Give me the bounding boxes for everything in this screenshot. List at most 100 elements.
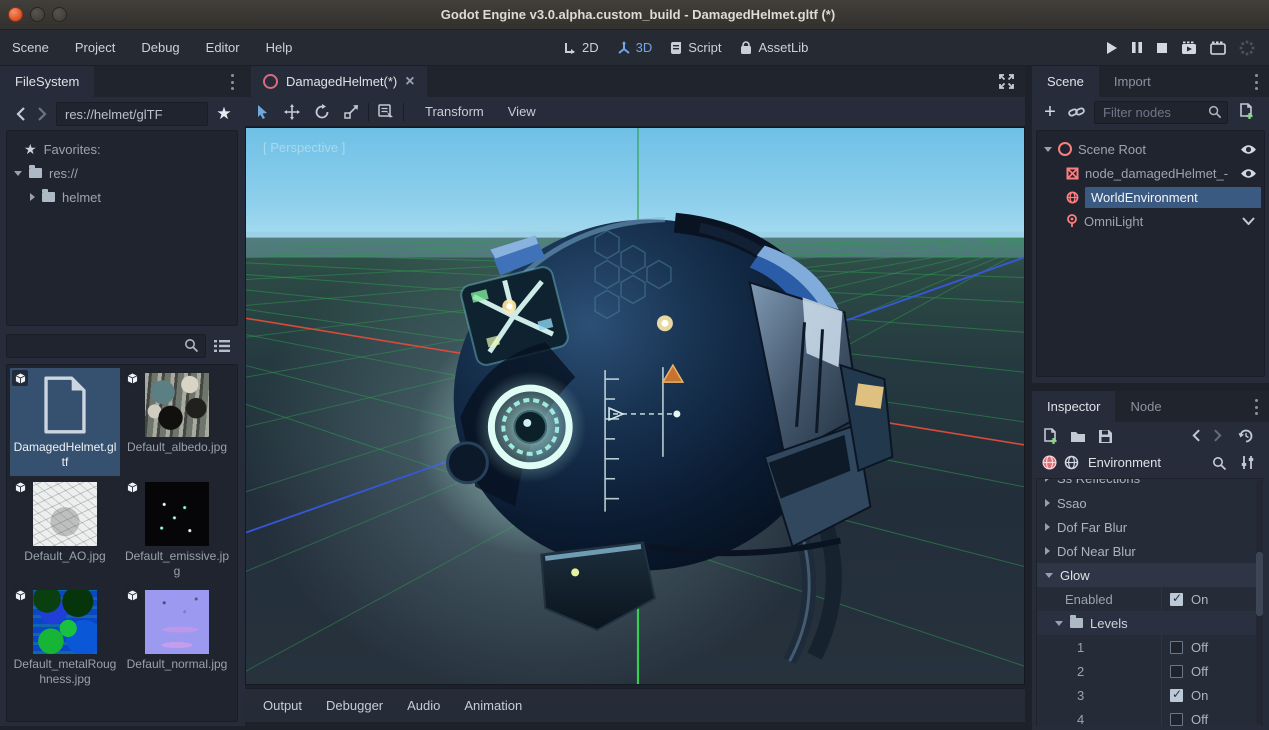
bottom-tab-audio[interactable]: Audio [395, 698, 452, 713]
chevron-down-icon[interactable] [14, 171, 22, 176]
chevron-right-icon[interactable] [30, 193, 35, 201]
window-controls [8, 7, 67, 22]
inspector-scrollbar[interactable] [1256, 480, 1263, 724]
file-list-toggle-button[interactable] [212, 336, 232, 356]
tab-scene[interactable]: Scene [1032, 66, 1099, 97]
dock-menu-icon[interactable] [1249, 74, 1263, 90]
level-4-checkbox[interactable] [1170, 713, 1183, 726]
mode-2d-button[interactable]: 2D [563, 40, 599, 55]
play-custom-scene-button[interactable] [1210, 41, 1226, 55]
history-back-button[interactable] [10, 104, 30, 124]
select-tool-icon[interactable] [255, 104, 270, 120]
node-row-damagedhelmet[interactable]: node_damagedHelmet_- [1038, 161, 1263, 185]
inspector-tools-icon[interactable] [1240, 455, 1255, 470]
glow-enabled-checkbox[interactable] [1170, 593, 1183, 606]
instance-scene-icon[interactable] [1068, 104, 1085, 120]
save-resource-icon[interactable] [1098, 429, 1113, 444]
path-input[interactable] [56, 102, 208, 126]
window-titlebar: Godot Engine v3.0.alpha.custom_build - D… [0, 0, 1269, 30]
tab-damagedhelmet-scene[interactable]: DamagedHelmet(*) × [251, 66, 427, 97]
perspective-menu[interactable]: [ Perspective ] [263, 140, 345, 155]
play-scene-button[interactable] [1181, 41, 1197, 55]
menu-help[interactable]: Help [266, 40, 293, 55]
tab-filesystem[interactable]: FileSystem [0, 66, 94, 97]
folder-icon [1070, 618, 1083, 628]
mode-3d-button[interactable]: 3D [617, 40, 653, 55]
close-icon[interactable]: × [405, 73, 414, 91]
section-dof-far-blur[interactable]: Dof Far Blur [1037, 515, 1254, 539]
expand-viewport-icon[interactable] [998, 73, 1015, 90]
bottom-tab-output[interactable]: Output [251, 698, 314, 713]
section-dof-near-blur[interactable]: Dof Near Blur [1037, 539, 1254, 563]
move-tool-icon[interactable] [284, 104, 300, 120]
scrollbar-thumb[interactable] [1256, 552, 1263, 616]
level-2-checkbox[interactable] [1170, 665, 1183, 678]
stop-button[interactable] [1156, 42, 1168, 54]
tree-item-res[interactable]: res:// [8, 161, 236, 185]
load-resource-folder-icon[interactable] [1070, 430, 1087, 443]
mode-script-button[interactable]: Script [670, 40, 721, 55]
tree-item-helmet[interactable]: helmet [8, 185, 236, 209]
file-item-normal[interactable]: Default_normal.jpg [122, 585, 232, 693]
node-row-omnilight[interactable]: OmniLight [1038, 209, 1263, 233]
inspector-back-button[interactable] [1192, 429, 1200, 442]
transform-menu[interactable]: Transform [413, 104, 496, 119]
level-1-checkbox[interactable] [1170, 641, 1183, 654]
bottom-tab-debugger[interactable]: Debugger [314, 698, 395, 713]
dock-menu-icon[interactable] [1249, 399, 1263, 415]
node-row-scene-root[interactable]: Scene Root [1038, 137, 1263, 161]
chevron-down-icon[interactable] [1044, 147, 1052, 152]
chevron-down-icon[interactable] [1242, 217, 1255, 225]
file-item-albedo[interactable]: Default_albedo.jpg [122, 368, 232, 476]
inspector-forward-button[interactable] [1214, 429, 1222, 442]
scale-tool-icon[interactable] [344, 104, 359, 119]
tab-import[interactable]: Import [1099, 66, 1166, 97]
tree-item-favorites[interactable]: ★ Favorites: [8, 137, 236, 161]
search-icon [184, 338, 199, 353]
window-minimize-button[interactable] [30, 7, 45, 22]
3d-viewport[interactable]: [ Perspective ] [245, 127, 1025, 685]
2d-mode-icon [563, 41, 577, 55]
menu-project[interactable]: Project [75, 40, 115, 55]
bottom-tab-animation[interactable]: Animation [452, 698, 534, 713]
tab-node[interactable]: Node [1115, 391, 1176, 422]
history-forward-button[interactable] [32, 104, 52, 124]
list-select-tool-icon[interactable] [378, 104, 394, 120]
menu-scene[interactable]: Scene [12, 40, 49, 55]
section-ss-reflections[interactable]: Ss Reflections [1037, 478, 1254, 490]
window-close-button[interactable] [8, 7, 23, 22]
normal-thumbnail [145, 590, 209, 654]
add-node-button[interactable]: + [1040, 102, 1060, 122]
file-item-damagedhelmet[interactable]: DamagedHelmet.gltf [10, 368, 120, 476]
visibility-eye-icon[interactable] [1240, 144, 1257, 155]
menu-debug[interactable]: Debug [141, 40, 179, 55]
file-item-emissive[interactable]: Default_emissive.jpg [122, 477, 232, 585]
section-glow[interactable]: Glow [1037, 563, 1262, 587]
play-button[interactable] [1105, 41, 1118, 55]
file-item-metalroughness[interactable]: Default_metalRoughness.jpg [10, 585, 120, 693]
visibility-eye-icon[interactable] [1240, 168, 1257, 179]
window-maximize-button[interactable] [52, 7, 67, 22]
history-icon[interactable] [1238, 428, 1254, 444]
favorite-star-button[interactable]: ★ [212, 102, 236, 126]
tab-inspector[interactable]: Inspector [1032, 391, 1115, 422]
file-name: Default_normal.jpg [124, 657, 230, 672]
view-menu[interactable]: View [496, 104, 548, 119]
mode-assetlib-button[interactable]: AssetLib [739, 40, 808, 55]
new-resource-icon[interactable] [1042, 428, 1058, 445]
section-ssao[interactable]: Ssao [1037, 491, 1254, 515]
menu-editor[interactable]: Editor [206, 40, 240, 55]
resource-name[interactable]: Environment [1088, 455, 1161, 470]
inspector-property-list: Ss Reflections Ssao Dof Far Blur Dof Nea… [1036, 478, 1263, 726]
property-glow-levels[interactable]: Levels [1037, 611, 1262, 635]
file-item-ao[interactable]: Default_AO.jpg [10, 477, 120, 585]
node-row-worldenvironment[interactable]: WorldEnvironment [1038, 185, 1263, 209]
cube-badge-icon [124, 479, 140, 495]
dock-menu-icon[interactable] [225, 74, 239, 90]
pause-button[interactable] [1131, 41, 1143, 54]
level-3-checkbox[interactable] [1170, 689, 1183, 702]
attach-script-icon[interactable] [1238, 103, 1254, 120]
rotate-tool-icon[interactable] [314, 104, 330, 120]
file-search-input[interactable] [6, 334, 206, 358]
search-icon[interactable] [1212, 456, 1227, 471]
